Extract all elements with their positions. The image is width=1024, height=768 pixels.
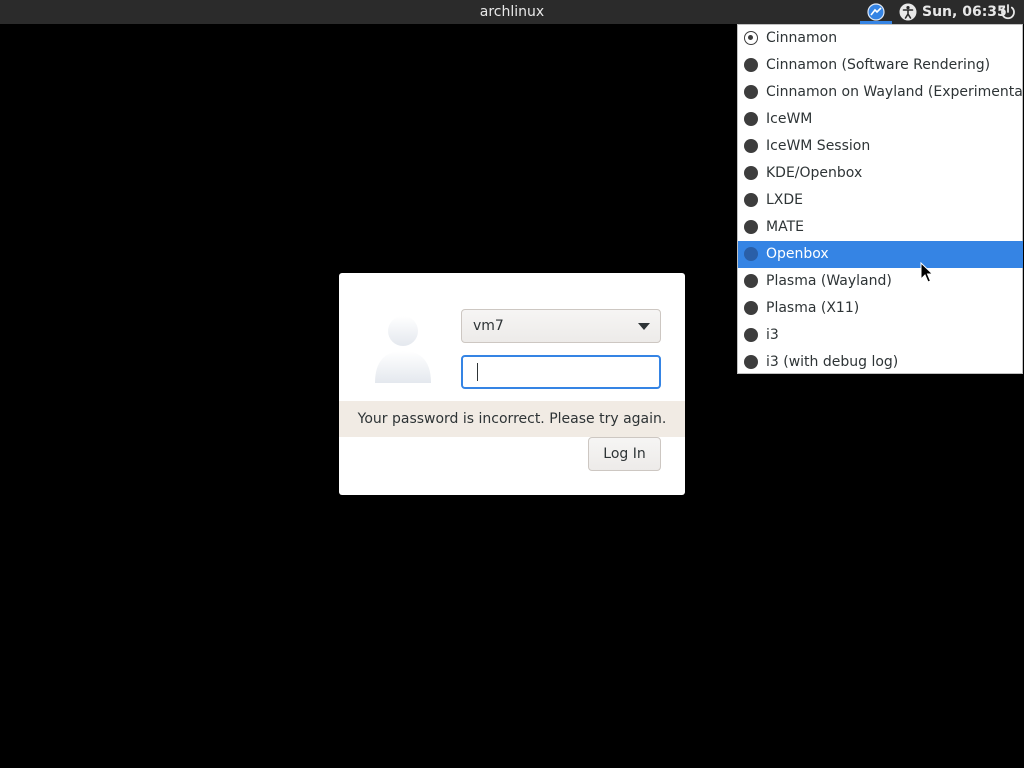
session-item[interactable]: Plasma (Wayland) [738, 268, 1023, 295]
session-item[interactable]: KDE/Openbox [738, 160, 1023, 187]
radio-icon [744, 301, 758, 315]
session-item-label: i3 [766, 327, 779, 343]
chevron-down-icon [638, 323, 650, 330]
session-item-label: Plasma (X11) [766, 300, 860, 316]
session-item-label: IceWM [766, 111, 813, 127]
mouse-cursor-icon [920, 262, 934, 283]
username-dropdown[interactable]: vm7 [461, 309, 661, 343]
session-item-label: Plasma (Wayland) [766, 273, 892, 289]
radio-icon [744, 247, 758, 261]
session-item[interactable]: Cinnamon on Wayland (Experimental) [738, 79, 1024, 106]
log-in-button[interactable]: Log In [588, 437, 661, 471]
session-item-label: Openbox [766, 246, 829, 262]
session-item[interactable]: IceWM [738, 106, 1023, 133]
radio-icon [744, 220, 758, 234]
user-avatar-icon [375, 316, 431, 383]
session-item[interactable]: MATE [738, 214, 1023, 241]
radio-icon [744, 31, 758, 45]
session-item-label: LXDE [766, 192, 804, 208]
session-item-label: Cinnamon [766, 30, 838, 46]
radio-icon [744, 58, 758, 72]
session-menu-button[interactable] [860, 0, 892, 24]
username-value: vm7 [473, 318, 504, 334]
error-message: Your password is incorrect. Please try a… [339, 401, 685, 437]
accessibility-icon[interactable] [899, 3, 917, 21]
password-field[interactable] [461, 355, 661, 389]
power-icon[interactable] [999, 3, 1017, 21]
radio-icon [744, 328, 758, 342]
login-dialog: vm7 Your password is incorrect. Please t… [339, 273, 685, 495]
session-item-label: MATE [766, 219, 804, 235]
session-item-label: Cinnamon (Software Rendering) [766, 57, 991, 73]
session-item[interactable]: Cinnamon (Software Rendering) [738, 52, 1023, 79]
radio-icon [744, 112, 758, 126]
session-item-label: i3 (with debug log) [766, 354, 899, 370]
radio-icon [744, 355, 758, 369]
radio-icon [744, 274, 758, 288]
radio-icon [744, 139, 758, 153]
session-item[interactable]: i3 [738, 322, 1023, 349]
session-item-label: KDE/Openbox [766, 165, 863, 181]
session-item[interactable]: IceWM Session [738, 133, 1023, 160]
session-item[interactable]: Plasma (X11) [738, 295, 1023, 322]
text-caret [477, 363, 478, 381]
session-item-label: IceWM Session [766, 138, 871, 154]
session-icon [867, 3, 885, 21]
session-menu: Cinnamon Cinnamon (Software Rendering) Cin… [737, 24, 1024, 376]
top-panel: archlinux Sun, 06:35 [0, 0, 1024, 24]
session-item[interactable]: Openbox [738, 241, 1023, 268]
radio-icon [744, 166, 758, 180]
radio-icon [744, 85, 758, 99]
session-item-label: Cinnamon on Wayland (Experimental) [766, 84, 1024, 100]
radio-icon [744, 193, 758, 207]
clock[interactable]: Sun, 06:35 [922, 0, 1007, 24]
session-item[interactable]: LXDE [738, 187, 1023, 214]
session-item[interactable]: i3 (with debug log) [738, 349, 1023, 376]
session-item[interactable]: Cinnamon [738, 25, 1023, 52]
